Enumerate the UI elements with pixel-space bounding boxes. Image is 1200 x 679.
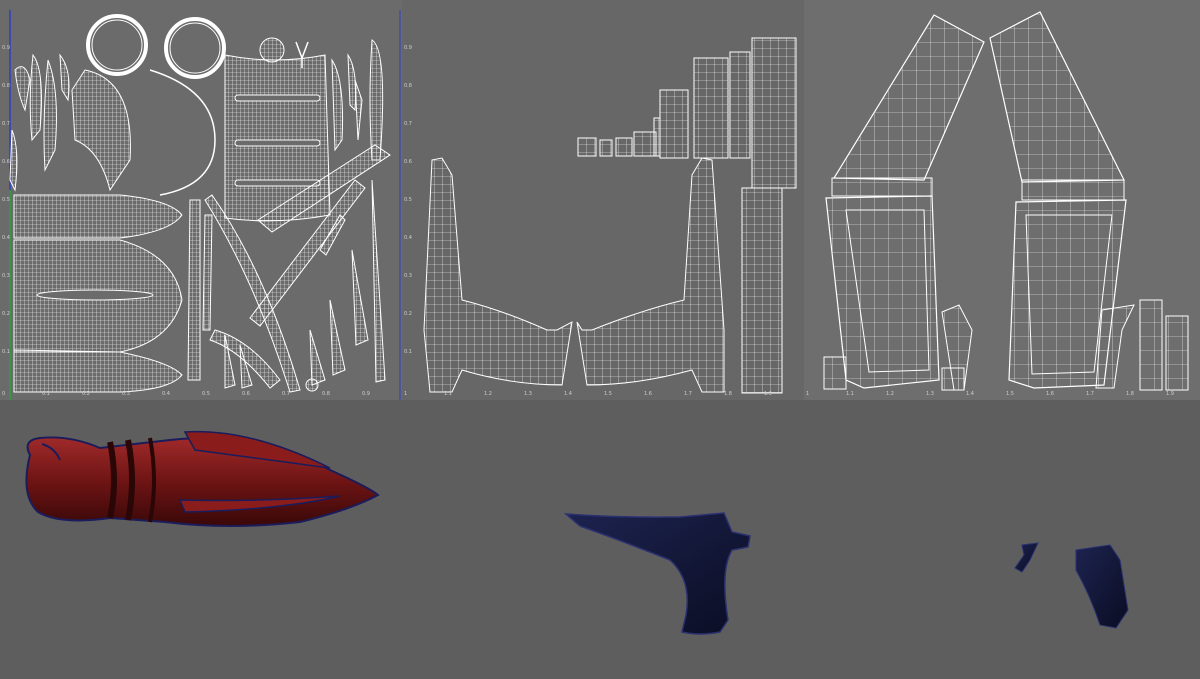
uv-editor-panel-3[interactable]: 1 1.1 1.2 1.3 1.4 1.5 1.6 1.7 1.8 1.9 — [804, 0, 1200, 400]
red-model[interactable] — [25, 430, 380, 527]
u-axis-ruler-3: 1 1.1 1.2 1.3 1.4 1.5 1.6 1.7 1.8 1.9 — [804, 390, 1200, 400]
u-tick: 0.4 — [162, 391, 170, 397]
v-tick: 0.7 — [404, 121, 412, 127]
v-tick: 0.5 — [404, 197, 412, 203]
v-tick: 0.2 — [404, 311, 412, 317]
u-tick: 0.7 — [282, 391, 290, 397]
v-tick: 0.1 — [404, 349, 412, 355]
v-tick: 0.4 — [2, 235, 10, 241]
u-tick: 1 — [404, 391, 408, 397]
uv-editor-panel-2[interactable]: 0.9 0.8 0.7 0.6 0.5 0.4 0.3 0.2 0.1 1 1.… — [402, 0, 806, 400]
u-tick: 1.6 — [1046, 391, 1054, 397]
v-tick: 0.7 — [2, 121, 10, 127]
u-tick: 1.7 — [1086, 391, 1094, 397]
v-tick: 0.6 — [2, 159, 10, 165]
u-tick: 0.9 — [362, 391, 370, 397]
u-tick: 1.6 — [644, 391, 652, 397]
u-tick: 1.4 — [966, 391, 974, 397]
3d-viewport[interactable] — [0, 400, 1200, 675]
u-tick: 1 — [806, 391, 810, 397]
v-tick: 0.8 — [404, 83, 412, 89]
u-axis-ruler-2: 1 1.1 1.2 1.3 1.4 1.5 1.6 1.7 1.8 1.9 — [402, 390, 804, 400]
v-tick: 0.3 — [2, 273, 10, 279]
navy-fragment-models[interactable] — [1014, 542, 1129, 629]
v-tick: 0.5 — [2, 197, 10, 203]
u-tick: 0.2 — [82, 391, 90, 397]
u-tick: 1.5 — [604, 391, 612, 397]
u-tick: 0 — [2, 391, 6, 397]
v-tick: 0.4 — [404, 235, 412, 241]
v-tick: 0.8 — [2, 83, 10, 89]
v-tick: 0.3 — [404, 273, 412, 279]
u-tick: 0.6 — [242, 391, 250, 397]
u-tick: 0.5 — [202, 391, 210, 397]
u-tick: 1.5 — [1006, 391, 1014, 397]
navy-grip-model[interactable] — [563, 512, 751, 635]
u-tick: 1.8 — [724, 391, 732, 397]
u-tick: 0.8 — [322, 391, 330, 397]
v-axis-ruler-2: 0.9 0.8 0.7 0.6 0.5 0.4 0.3 0.2 0.1 — [402, 0, 414, 400]
u-tick: 1.9 — [764, 391, 772, 397]
u-tick: 1.2 — [886, 391, 894, 397]
uv-shells-3 — [823, 11, 1189, 391]
u-tick: 0.1 — [42, 391, 50, 397]
v-tick: 0.9 — [404, 45, 412, 51]
u-tick: 1.9 — [1166, 391, 1174, 397]
uv-shells-1 — [9, 10, 401, 400]
v-tick: 0.1 — [2, 349, 10, 355]
v-tick: 0.6 — [404, 159, 412, 165]
uv-editor-panel-1[interactable]: 0.9 0.8 0.7 0.6 0.5 0.4 0.3 0.2 0.1 0 0.… — [0, 0, 404, 400]
u-tick: 1.3 — [926, 391, 934, 397]
u-tick: 1.1 — [846, 391, 854, 397]
u-tick: 1.2 — [484, 391, 492, 397]
uv-shells-2 — [423, 37, 797, 394]
u-axis-ruler-1: 0 0.1 0.2 0.3 0.4 0.5 0.6 0.7 0.8 0.9 — [0, 390, 402, 400]
u-tick: 1.4 — [564, 391, 572, 397]
u-tick: 1.1 — [444, 391, 452, 397]
u-tick: 0.3 — [122, 391, 130, 397]
u-tick: 1.7 — [684, 391, 692, 397]
v-tick: 0.9 — [2, 45, 10, 51]
v-axis-ruler-1: 0.9 0.8 0.7 0.6 0.5 0.4 0.3 0.2 0.1 — [0, 0, 12, 400]
u-tick: 1.3 — [524, 391, 532, 397]
v-tick: 0.2 — [2, 311, 10, 317]
u-tick: 1.8 — [1126, 391, 1134, 397]
viewport-models — [25, 430, 1129, 635]
